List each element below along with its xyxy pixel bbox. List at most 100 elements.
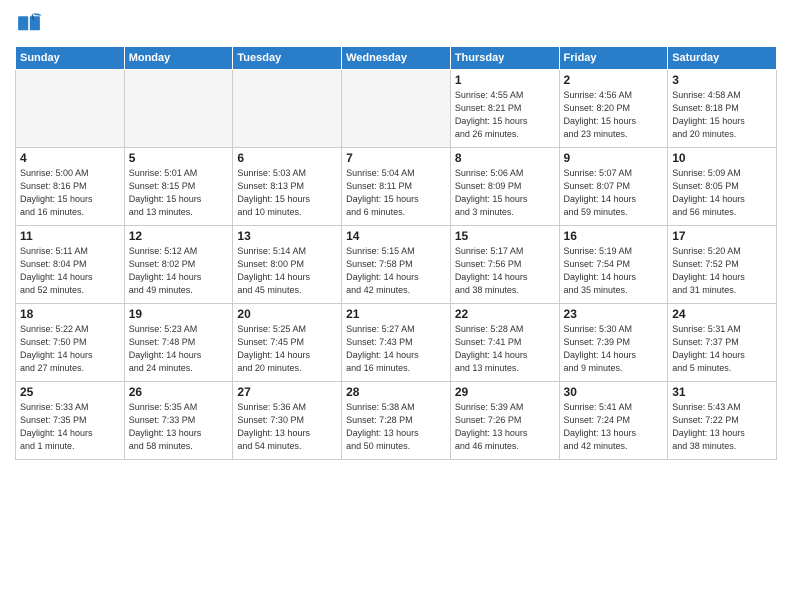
- day-info: Sunrise: 5:06 AM Sunset: 8:09 PM Dayligh…: [455, 167, 555, 219]
- calendar-cell: 22 Sunrise: 5:28 AM Sunset: 7:41 PM Dayli…: [450, 304, 559, 382]
- day-number: 1: [455, 73, 555, 87]
- day-info: Sunrise: 5:20 AM Sunset: 7:52 PM Dayligh…: [672, 245, 772, 297]
- day-header-wednesday: Wednesday: [342, 47, 451, 70]
- day-info: Sunrise: 5:41 AM Sunset: 7:24 PM Dayligh…: [564, 401, 664, 453]
- day-number: 8: [455, 151, 555, 165]
- day-number: 12: [129, 229, 229, 243]
- calendar-cell: 19 Sunrise: 5:23 AM Sunset: 7:48 PM Dayli…: [124, 304, 233, 382]
- day-header-monday: Monday: [124, 47, 233, 70]
- day-number: 13: [237, 229, 337, 243]
- calendar-cell: 11 Sunrise: 5:11 AM Sunset: 8:04 PM Dayli…: [16, 226, 125, 304]
- day-number: 7: [346, 151, 446, 165]
- day-number: 16: [564, 229, 664, 243]
- calendar-week-2: 11 Sunrise: 5:11 AM Sunset: 8:04 PM Dayli…: [16, 226, 777, 304]
- day-info: Sunrise: 5:30 AM Sunset: 7:39 PM Dayligh…: [564, 323, 664, 375]
- calendar-cell: 17 Sunrise: 5:20 AM Sunset: 7:52 PM Dayli…: [668, 226, 777, 304]
- calendar-cell: 3 Sunrise: 4:58 AM Sunset: 8:18 PM Daylig…: [668, 70, 777, 148]
- day-info: Sunrise: 4:55 AM Sunset: 8:21 PM Dayligh…: [455, 89, 555, 141]
- day-header-sunday: Sunday: [16, 47, 125, 70]
- calendar-cell: 30 Sunrise: 5:41 AM Sunset: 7:24 PM Dayli…: [559, 382, 668, 460]
- calendar-cell: 5 Sunrise: 5:01 AM Sunset: 8:15 PM Daylig…: [124, 148, 233, 226]
- calendar-cell: 20 Sunrise: 5:25 AM Sunset: 7:45 PM Dayli…: [233, 304, 342, 382]
- calendar-week-1: 4Sunrise: 5:00 AM Sunset: 8:16 PM Daylig…: [16, 148, 777, 226]
- day-number: 19: [129, 307, 229, 321]
- calendar-cell: 31 Sunrise: 5:43 AM Sunset: 7:22 PM Dayli…: [668, 382, 777, 460]
- day-number: 28: [346, 385, 446, 399]
- day-info: Sunrise: 5:27 AM Sunset: 7:43 PM Dayligh…: [346, 323, 446, 375]
- day-info: Sunrise: 5:23 AM Sunset: 7:48 PM Dayligh…: [129, 323, 229, 375]
- calendar-cell: 1 Sunrise: 4:55 AM Sunset: 8:21 PM Daylig…: [450, 70, 559, 148]
- day-number: 30: [564, 385, 664, 399]
- day-number: 24: [672, 307, 772, 321]
- day-header-thursday: Thursday: [450, 47, 559, 70]
- day-header-tuesday: Tuesday: [233, 47, 342, 70]
- logo: [15, 10, 47, 38]
- day-info: Sunrise: 5:36 AM Sunset: 7:30 PM Dayligh…: [237, 401, 337, 453]
- calendar-week-0: 1 Sunrise: 4:55 AM Sunset: 8:21 PM Daylig…: [16, 70, 777, 148]
- day-info: Sunrise: 5:09 AM Sunset: 8:05 PM Dayligh…: [672, 167, 772, 219]
- day-number: 11: [20, 229, 120, 243]
- calendar-cell: 21 Sunrise: 5:27 AM Sunset: 7:43 PM Dayli…: [342, 304, 451, 382]
- day-number: 21: [346, 307, 446, 321]
- day-info: Sunrise: 5:33 AM Sunset: 7:35 PM Dayligh…: [20, 401, 120, 453]
- day-info: Sunrise: 5:35 AM Sunset: 7:33 PM Dayligh…: [129, 401, 229, 453]
- day-number: 3: [672, 73, 772, 87]
- day-number: 9: [564, 151, 664, 165]
- day-info: Sunrise: 4:58 AM Sunset: 8:18 PM Dayligh…: [672, 89, 772, 141]
- calendar-cell: 7Sunrise: 5:04 AM Sunset: 8:11 PM Daylig…: [342, 148, 451, 226]
- calendar-cell: 26 Sunrise: 5:35 AM Sunset: 7:33 PM Dayli…: [124, 382, 233, 460]
- calendar-cell: 14Sunrise: 5:15 AM Sunset: 7:58 PM Dayli…: [342, 226, 451, 304]
- calendar-header-row: SundayMondayTuesdayWednesdayThursdayFrid…: [16, 47, 777, 70]
- day-info: Sunrise: 5:01 AM Sunset: 8:15 PM Dayligh…: [129, 167, 229, 219]
- calendar-cell: 27 Sunrise: 5:36 AM Sunset: 7:30 PM Dayli…: [233, 382, 342, 460]
- calendar-cell: 13 Sunrise: 5:14 AM Sunset: 8:00 PM Dayli…: [233, 226, 342, 304]
- page: SundayMondayTuesdayWednesdayThursdayFrid…: [0, 0, 792, 612]
- day-number: 10: [672, 151, 772, 165]
- day-info: Sunrise: 5:38 AM Sunset: 7:28 PM Dayligh…: [346, 401, 446, 453]
- calendar-cell: [233, 70, 342, 148]
- calendar-week-3: 18Sunrise: 5:22 AM Sunset: 7:50 PM Dayli…: [16, 304, 777, 382]
- calendar-cell: 29 Sunrise: 5:39 AM Sunset: 7:26 PM Dayli…: [450, 382, 559, 460]
- day-info: Sunrise: 5:11 AM Sunset: 8:04 PM Dayligh…: [20, 245, 120, 297]
- header-area: [15, 10, 777, 38]
- calendar-cell: 8 Sunrise: 5:06 AM Sunset: 8:09 PM Daylig…: [450, 148, 559, 226]
- day-number: 31: [672, 385, 772, 399]
- day-number: 22: [455, 307, 555, 321]
- day-number: 6: [237, 151, 337, 165]
- day-number: 4: [20, 151, 120, 165]
- calendar-cell: 4Sunrise: 5:00 AM Sunset: 8:16 PM Daylig…: [16, 148, 125, 226]
- calendar-cell: 24 Sunrise: 5:31 AM Sunset: 7:37 PM Dayli…: [668, 304, 777, 382]
- calendar-cell: 18Sunrise: 5:22 AM Sunset: 7:50 PM Dayli…: [16, 304, 125, 382]
- day-info: Sunrise: 5:15 AM Sunset: 7:58 PM Dayligh…: [346, 245, 446, 297]
- calendar-cell: 28 Sunrise: 5:38 AM Sunset: 7:28 PM Dayli…: [342, 382, 451, 460]
- day-info: Sunrise: 5:43 AM Sunset: 7:22 PM Dayligh…: [672, 401, 772, 453]
- calendar-cell: 6 Sunrise: 5:03 AM Sunset: 8:13 PM Daylig…: [233, 148, 342, 226]
- day-info: Sunrise: 5:17 AM Sunset: 7:56 PM Dayligh…: [455, 245, 555, 297]
- calendar-week-4: 25 Sunrise: 5:33 AM Sunset: 7:35 PM Dayli…: [16, 382, 777, 460]
- calendar-cell: 25 Sunrise: 5:33 AM Sunset: 7:35 PM Dayli…: [16, 382, 125, 460]
- day-number: 17: [672, 229, 772, 243]
- day-number: 27: [237, 385, 337, 399]
- day-number: 26: [129, 385, 229, 399]
- day-number: 18: [20, 307, 120, 321]
- day-header-friday: Friday: [559, 47, 668, 70]
- day-info: Sunrise: 5:14 AM Sunset: 8:00 PM Dayligh…: [237, 245, 337, 297]
- day-number: 20: [237, 307, 337, 321]
- day-header-saturday: Saturday: [668, 47, 777, 70]
- day-number: 29: [455, 385, 555, 399]
- day-info: Sunrise: 5:07 AM Sunset: 8:07 PM Dayligh…: [564, 167, 664, 219]
- calendar-cell: 12 Sunrise: 5:12 AM Sunset: 8:02 PM Dayli…: [124, 226, 233, 304]
- day-info: Sunrise: 5:28 AM Sunset: 7:41 PM Dayligh…: [455, 323, 555, 375]
- calendar-table: SundayMondayTuesdayWednesdayThursdayFrid…: [15, 46, 777, 460]
- calendar-cell: 10 Sunrise: 5:09 AM Sunset: 8:05 PM Dayli…: [668, 148, 777, 226]
- calendar-cell: [342, 70, 451, 148]
- day-info: Sunrise: 5:03 AM Sunset: 8:13 PM Dayligh…: [237, 167, 337, 219]
- day-info: Sunrise: 5:39 AM Sunset: 7:26 PM Dayligh…: [455, 401, 555, 453]
- day-number: 25: [20, 385, 120, 399]
- logo-icon: [15, 10, 43, 38]
- day-info: Sunrise: 5:12 AM Sunset: 8:02 PM Dayligh…: [129, 245, 229, 297]
- day-number: 15: [455, 229, 555, 243]
- day-info: Sunrise: 5:25 AM Sunset: 7:45 PM Dayligh…: [237, 323, 337, 375]
- day-info: Sunrise: 5:31 AM Sunset: 7:37 PM Dayligh…: [672, 323, 772, 375]
- day-number: 5: [129, 151, 229, 165]
